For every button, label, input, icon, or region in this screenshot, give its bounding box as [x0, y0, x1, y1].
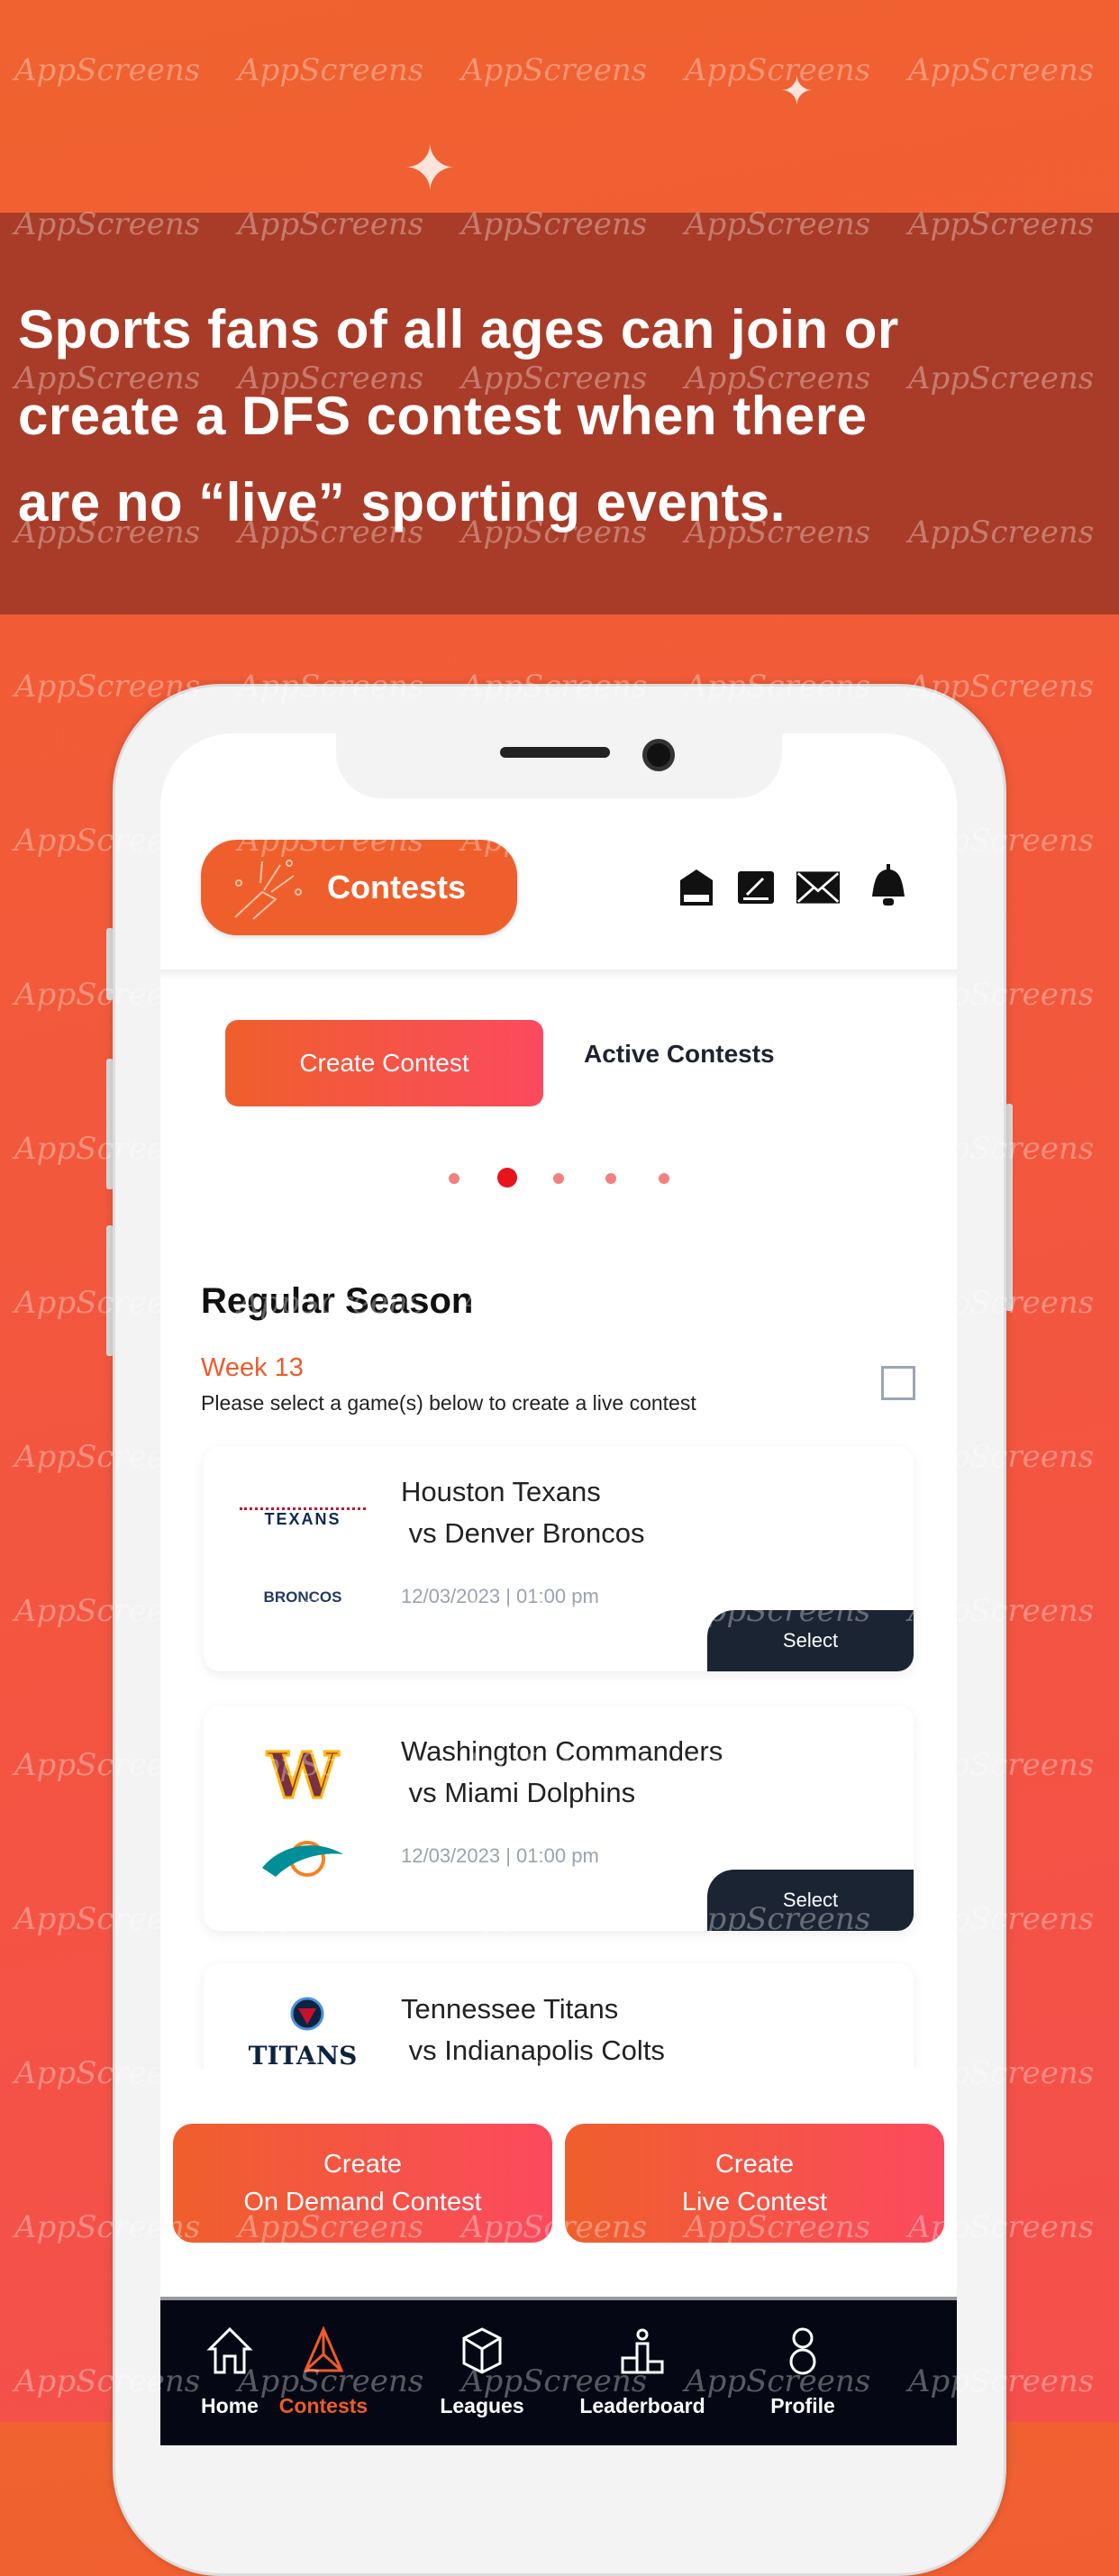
speaker — [500, 747, 610, 758]
watermark-text: AppScreens — [14, 52, 201, 88]
home-icon — [206, 2326, 253, 2374]
tab-active-contests[interactable]: Active Contests — [584, 1040, 775, 1069]
notch — [336, 733, 782, 798]
away-team: vs Denver Broncos — [401, 1517, 645, 1549]
titans-emblem — [290, 1997, 324, 2031]
watermark-text: AppScreens — [685, 52, 871, 88]
watermark-text: AppScreens — [238, 52, 424, 88]
leaderboard-icon — [621, 2328, 664, 2374]
contests-icon — [303, 2326, 344, 2372]
game-card[interactable]: TEXANS BRONCOS Houston Texans vs Denver … — [204, 1446, 914, 1671]
select-all-checkbox[interactable] — [881, 1366, 915, 1400]
celebration-icon — [234, 860, 302, 920]
away-team: vs Indianapolis Colts — [401, 2034, 665, 2066]
mail-icon[interactable] — [796, 865, 841, 910]
watermark-text: AppScreens — [461, 52, 648, 88]
home-team: Tennessee Titans — [401, 1993, 619, 2025]
header-divider — [160, 969, 957, 980]
carousel-dot[interactable] — [449, 1173, 459, 1184]
sparkle-icon: ✦ — [780, 69, 814, 114]
select-button[interactable]: Select — [707, 1870, 914, 1931]
nav-profile[interactable]: Profile — [735, 2326, 870, 2418]
away-team: vs Miami Dolphins — [401, 1777, 636, 1808]
game-datetime: 12/03/2023 | 01:00 pm — [401, 1585, 599, 1607]
nav-leaderboard[interactable]: Leaderboard — [575, 2326, 710, 2418]
news-icon[interactable] — [674, 865, 719, 910]
bell-icon[interactable] — [866, 864, 911, 910]
headline: Sports fans of all ages can join or crea… — [18, 299, 899, 532]
tab-create-contest[interactable]: Create Contest — [225, 1020, 543, 1106]
bottom-nav: Home Contests Leagues Leaderboard Profil… — [160, 2297, 957, 2445]
camera — [642, 739, 675, 771]
instruction-text: Please select a game(s) below to create … — [201, 1391, 696, 1415]
commanders-logo: W — [266, 1737, 340, 1815]
nav-leagues[interactable]: Leagues — [414, 2326, 550, 2418]
home-team: Houston Texans — [401, 1476, 601, 1507]
titans-logo: TITANS — [248, 2041, 358, 2071]
carousel-dot[interactable] — [659, 1173, 669, 1184]
week-label: Week 13 — [201, 1353, 304, 1382]
blog-icon[interactable] — [733, 865, 778, 910]
section-title: Regular Season — [201, 1281, 474, 1321]
dolphins-logo — [262, 1841, 343, 1877]
carousel-dot[interactable] — [605, 1173, 616, 1184]
home-team: Washington Commanders — [401, 1735, 723, 1767]
watermark-text: AppScreens — [908, 52, 1095, 88]
app-screen: Contests Create Contest Active Contests … — [160, 733, 957, 2445]
create-on-demand-contest-button[interactable]: Create On Demand Contest — [173, 2124, 552, 2243]
select-button[interactable]: Select — [707, 1610, 914, 1671]
texans-logo: TEXANS — [240, 1507, 366, 1529]
create-live-contest-button[interactable]: Create Live Contest — [565, 2124, 944, 2243]
contests-header-pill: Contests — [201, 840, 517, 935]
profile-icon — [789, 2327, 816, 2375]
game-datetime: 12/03/2023 | 01:00 pm — [401, 1844, 599, 1867]
game-card[interactable]: W Washington Commanders vs Miami Dolphin… — [204, 1706, 914, 1931]
sparkle-icon: ✦ — [404, 133, 457, 204]
nav-contests[interactable]: Contests — [256, 2326, 391, 2418]
phone-side-button — [1005, 1104, 1013, 1311]
leagues-icon — [462, 2327, 502, 2374]
carousel-dot[interactable] — [553, 1173, 564, 1184]
carousel-dot-active[interactable] — [497, 1168, 517, 1188]
broncos-logo: BRONCOS — [263, 1588, 342, 1606]
